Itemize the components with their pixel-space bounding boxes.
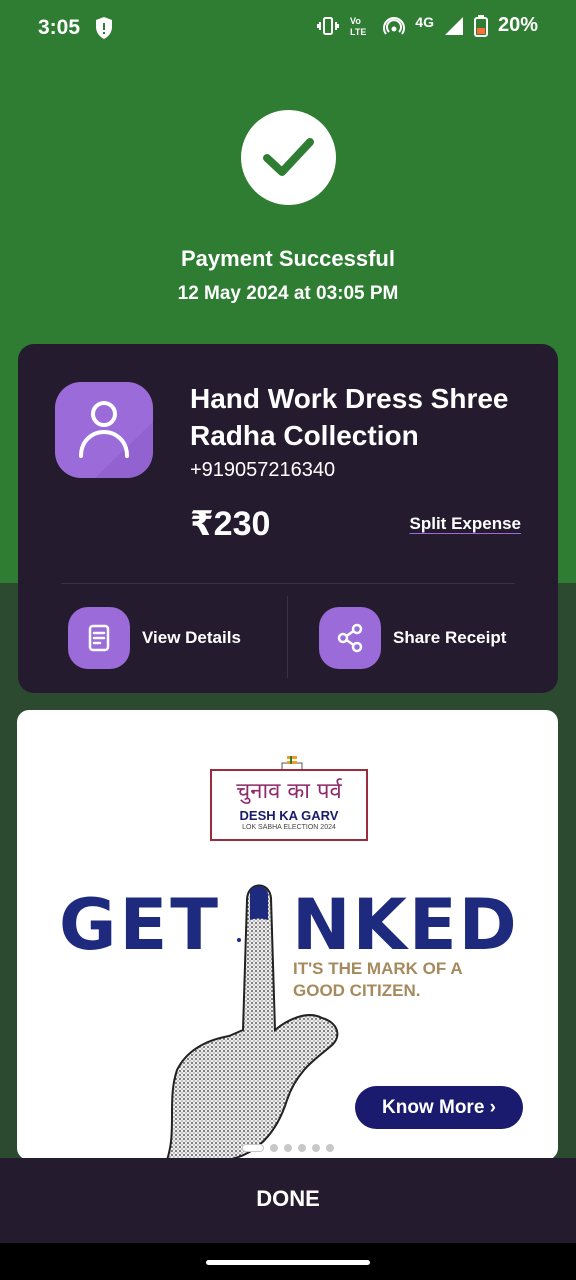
view-details-label: View Details [142,628,241,647]
home-gesture-handle[interactable] [206,1260,370,1265]
logo-english-text: DESH KA GARV [239,808,339,823]
know-more-button[interactable]: Know More › [355,1086,523,1129]
payment-status-title: Payment Successful [181,246,395,271]
volte-icon: Vo LTE [350,16,366,37]
share-receipt-button[interactable]: Share Receipt [319,607,506,669]
carousel-dot [284,1144,292,1152]
election-logo: चुनाव का पर्व DESH KA GARV LOK SABHA ELE… [210,769,368,841]
payment-datetime: 12 May 2024 at 03:05 PM [177,283,399,304]
merchant-phone: +919057216340 [190,459,336,481]
carousel-dot [312,1144,320,1152]
carousel-dot [326,1144,334,1152]
merchant-avatar [55,382,153,478]
battery-icon [473,14,488,37]
view-details-icon-box [68,607,130,669]
carousel-dot [270,1144,278,1152]
receipt-card: Hand Work Dress Shree Radha Collection +… [18,344,558,693]
carousel-indicator [242,1144,334,1152]
shield-icon [96,17,112,39]
view-details-button[interactable]: View Details [68,607,241,669]
share-receipt-icon-box [319,607,381,669]
success-check-badge [241,110,336,205]
split-expense-link[interactable]: Split Expense [410,514,521,534]
share-icon [337,623,363,653]
status-bar: 3:05 Vo LTE 4G 20% [0,0,576,58]
document-icon [88,624,110,652]
vibrate-icon [317,16,340,35]
navigation-bar [0,1243,576,1280]
promo-banner[interactable]: चुनाव का पर्व DESH KA GARV LOK SABHA ELE… [17,710,558,1160]
check-icon [263,138,314,176]
person-icon [79,401,153,478]
banner-tagline: IT'S THE MARK OF A GOOD CITIZEN. [293,959,462,1000]
logo-subtext: LOK SABHA ELECTION 2024 [242,824,336,831]
banner-headline-right: NKED [292,884,519,966]
done-label: DONE [256,1186,320,1211]
battery-level: 20% [497,14,538,36]
svg-text:Vo: Vo [350,16,361,26]
carousel-dot [298,1144,306,1152]
merchant-name: Hand Work Dress Shree Radha Collection [190,383,509,451]
status-time: 3:05 [38,16,81,39]
banner-headline-left: GET [59,884,222,966]
hotspot-icon [383,16,406,35]
signal-icon [444,16,463,35]
card-divider [61,583,515,584]
share-receipt-label: Share Receipt [393,628,507,647]
done-button[interactable]: DONE [0,1158,576,1243]
network-type: 4G [415,13,434,30]
carousel-dot-active [242,1144,264,1152]
svg-text:LTE: LTE [350,27,366,37]
logo-hindi-text: चुनाव का पर्व [236,779,342,804]
actions-divider [287,596,288,678]
payment-amount: ₹230 [190,505,271,543]
